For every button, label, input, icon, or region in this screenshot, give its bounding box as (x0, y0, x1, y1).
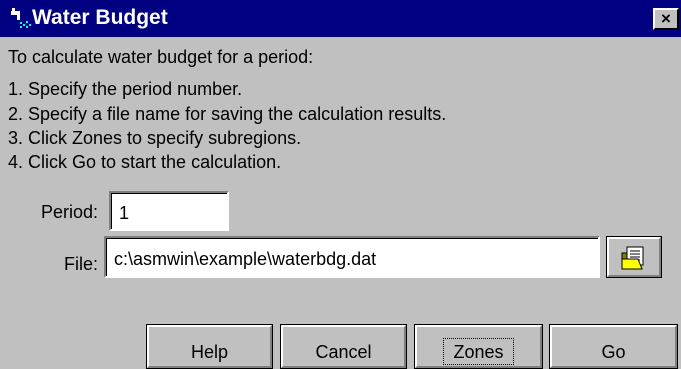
water-budget-dialog: Water Budget × To calculate water budget… (0, 0, 681, 369)
title-bar[interactable]: Water Budget × (0, 0, 681, 37)
period-label: Period: (40, 202, 98, 222)
help-button[interactable]: Help (146, 324, 273, 369)
cancel-button[interactable]: Cancel (280, 324, 407, 369)
instruction-heading: To calculate water budget for a period: (8, 47, 314, 67)
file-label: File: (63, 254, 98, 274)
file-input[interactable]: c:\asmwin\example\waterbdg.dat (104, 236, 600, 278)
file-browse-icon (621, 246, 644, 270)
help-button-label: Help (190, 342, 229, 362)
faucet-icon (11, 8, 31, 28)
cancel-button-label: Cancel (315, 342, 372, 362)
period-value: 1 (119, 203, 130, 223)
zones-button[interactable]: Zones (414, 324, 543, 369)
period-input[interactable]: 1 (109, 191, 229, 231)
zones-button-label: Zones (453, 342, 504, 362)
file-value: c:\asmwin\example\waterbdg.dat (114, 249, 377, 269)
browse-file-button[interactable] (606, 236, 662, 278)
go-button-label: Go (601, 342, 626, 362)
instruction-step-4: 4. Click Go to start the calculation. (8, 152, 282, 172)
window-title: Water Budget (32, 6, 168, 29)
close-icon: × (661, 9, 671, 28)
instruction-step-2: 2. Specify a file name for saving the ca… (8, 104, 447, 124)
instruction-step-1: 1. Specify the period number. (8, 79, 243, 99)
go-button[interactable]: Go (549, 324, 678, 369)
close-button[interactable]: × (653, 8, 679, 30)
instruction-step-3: 3. Click Zones to specify subregions. (8, 128, 302, 148)
